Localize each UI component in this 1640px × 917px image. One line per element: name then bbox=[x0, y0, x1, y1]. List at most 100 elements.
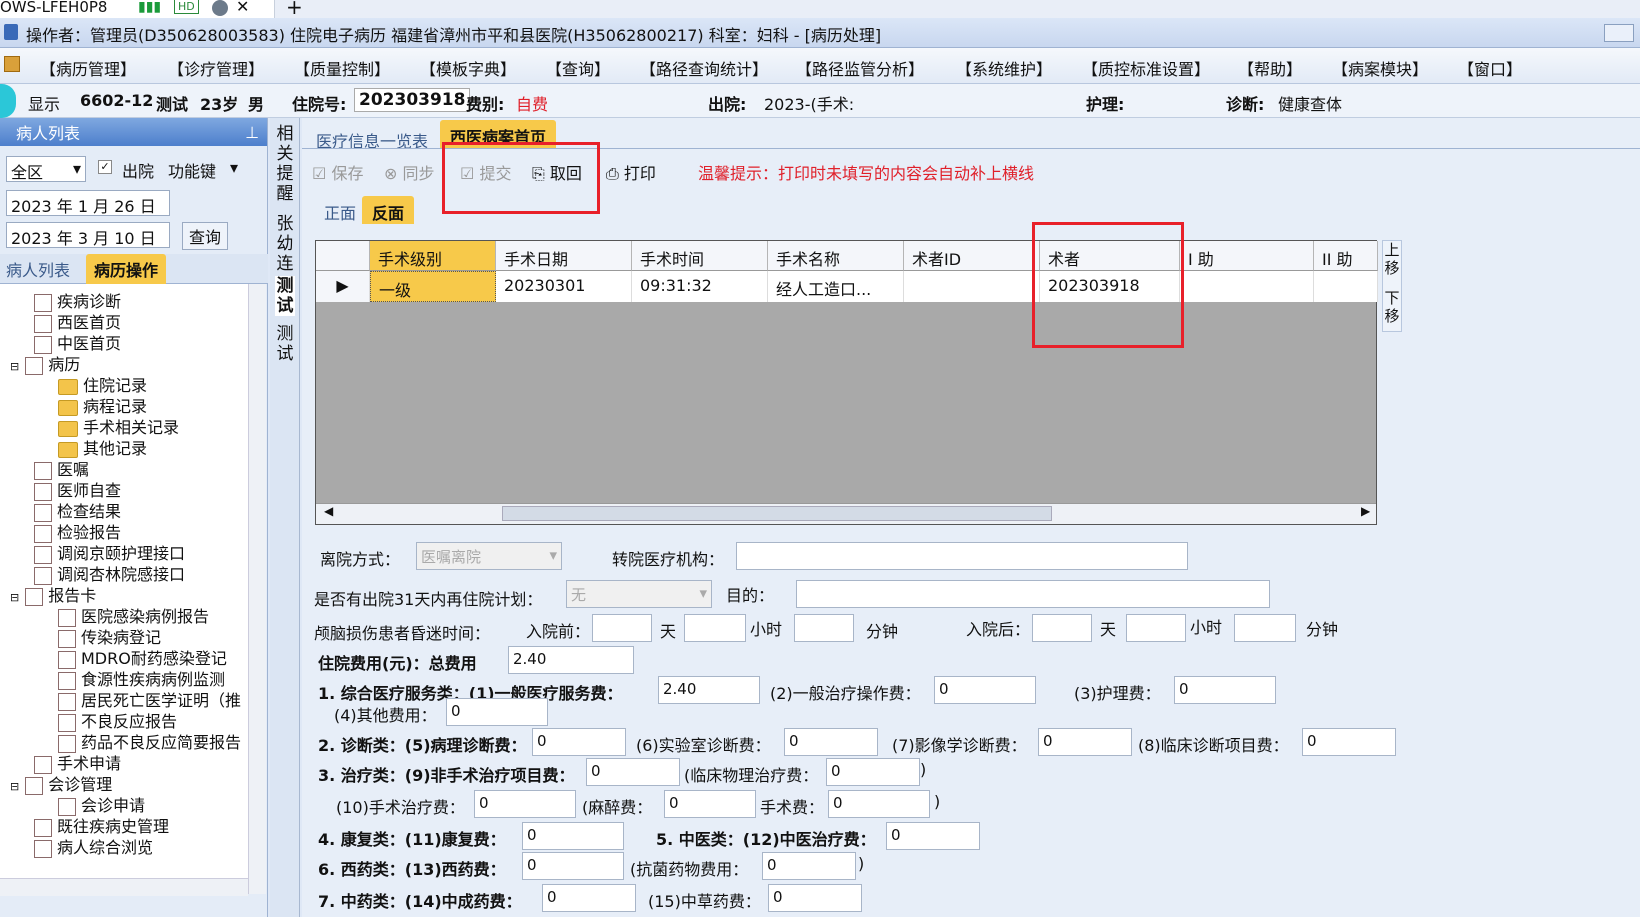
date-to-input[interactable]: 2023 年 3 月 10 日 bbox=[6, 222, 170, 248]
close-icon[interactable]: ✕ bbox=[236, 0, 249, 16]
field-value: 0 bbox=[789, 732, 799, 750]
tab-record-ops[interactable]: 病历操作 bbox=[86, 254, 167, 284]
pin-icon[interactable]: ⊥ bbox=[245, 123, 259, 142]
minimize-button[interactable] bbox=[1604, 24, 1634, 42]
tab-front[interactable]: 正面 bbox=[314, 196, 366, 224]
grid-scroll-thumb[interactable] bbox=[502, 506, 1052, 521]
tcm-input[interactable]: 0 bbox=[886, 822, 980, 850]
sidebar-toggle[interactable] bbox=[0, 84, 16, 118]
grid-hscrollbar[interactable]: ◀ ▶ bbox=[316, 503, 1376, 524]
transfer-input[interactable] bbox=[736, 542, 1188, 570]
leave-select[interactable]: 医嘱离院 ▾ bbox=[416, 542, 562, 570]
lab-fee-input[interactable]: 0 bbox=[784, 728, 878, 756]
day-unit: 天 bbox=[1100, 620, 1117, 639]
vtab-reminder[interactable]: 相关提醒 bbox=[275, 124, 295, 204]
grid-cell[interactable] bbox=[904, 271, 1040, 302]
grid-cell[interactable]: 一级 bbox=[370, 271, 496, 302]
vertical-tabs: 相关提醒 张幼连 测试 测试 bbox=[270, 118, 300, 917]
menu-query[interactable]: 【查询】 bbox=[546, 56, 610, 80]
surgery-treat-input[interactable]: 0 bbox=[474, 790, 576, 818]
readmit-select[interactable]: 无 ▾ bbox=[566, 580, 712, 608]
move-down-button[interactable]: 下移 bbox=[1383, 289, 1401, 325]
grid-header[interactable]: 手术日期 bbox=[496, 241, 632, 271]
before-hours-input[interactable] bbox=[684, 614, 746, 642]
vtab-patient-a[interactable]: 张幼连 bbox=[275, 214, 295, 274]
grid-header[interactable]: 手术级别 bbox=[370, 241, 496, 271]
admission-label: 住院号: bbox=[292, 95, 347, 114]
menu-case-module[interactable]: 【病案模块】 bbox=[1332, 56, 1428, 80]
vtab-patient-c[interactable]: 测试 bbox=[275, 324, 295, 364]
browser-tab[interactable]: OWS-LFEH0P8 ▮▮▮ HD ✕ bbox=[0, 0, 275, 18]
grid-header[interactable]: II 助 bbox=[1314, 241, 1378, 271]
menu-record-management[interactable]: 【病历管理】 bbox=[40, 56, 136, 80]
tree-hscrollbar[interactable] bbox=[0, 878, 248, 896]
tree-vscrollbar[interactable] bbox=[248, 284, 266, 894]
menu-treatment-management[interactable]: 【诊疗管理】 bbox=[168, 56, 264, 80]
move-up-button[interactable]: 上移 bbox=[1383, 241, 1401, 277]
func-keys-dropdown[interactable]: 功能键 bbox=[168, 158, 216, 182]
after-hours-input[interactable] bbox=[1126, 614, 1186, 642]
menu-path-query-stats[interactable]: 【路径查询统计】 bbox=[640, 56, 768, 80]
pathology-input[interactable]: 0 bbox=[532, 728, 626, 756]
other-fee-input[interactable]: 0 bbox=[446, 698, 548, 726]
general-service-input[interactable]: 2.40 bbox=[658, 676, 760, 704]
treatment-op-input[interactable]: 0 bbox=[934, 676, 1036, 704]
field-value: 0 bbox=[767, 856, 777, 874]
menu-template-dictionary[interactable]: 【模板字典】 bbox=[420, 56, 516, 80]
region-value: 全区 bbox=[11, 163, 44, 182]
before-minutes-input[interactable] bbox=[794, 614, 854, 642]
date-from-input[interactable]: 2023 年 1 月 26 日 bbox=[6, 190, 170, 216]
diagnosis-value: 健康查体 bbox=[1278, 95, 1343, 114]
tree-item[interactable]: 病人综合浏览 bbox=[34, 834, 153, 858]
patent-drug-input[interactable]: 0 bbox=[542, 884, 636, 912]
field-value: 0 bbox=[527, 856, 537, 874]
grid-cell[interactable] bbox=[1314, 271, 1378, 302]
save-button[interactable]: ☑ 保存 bbox=[312, 160, 363, 184]
vtab-patient-b[interactable]: 测试 bbox=[275, 276, 295, 316]
field-value: 0 bbox=[1043, 732, 1053, 750]
purpose-input[interactable] bbox=[796, 580, 1270, 608]
surgery-fee-input[interactable]: 0 bbox=[828, 790, 930, 818]
rehab-input[interactable]: 0 bbox=[522, 822, 624, 850]
before-days-input[interactable] bbox=[592, 614, 652, 642]
grid-cell[interactable] bbox=[1180, 271, 1314, 302]
grid-header[interactable]: 手术名称 bbox=[768, 241, 904, 271]
record-tree: 疾病诊断 西医首页 中医首页 ⊟ 病历 住院记录 病程记录 手术相关记录 其他记录… bbox=[0, 284, 248, 894]
grid-cell[interactable]: 20230301 bbox=[496, 271, 632, 302]
western-drug-input[interactable]: 0 bbox=[522, 852, 624, 880]
discharged-checkbox[interactable]: ✓ bbox=[98, 160, 112, 174]
cost-total-input[interactable]: 2.40 bbox=[508, 646, 634, 674]
region-select[interactable]: 全区 ▾ bbox=[6, 156, 86, 182]
nursing-fee-input[interactable]: 0 bbox=[1174, 676, 1276, 704]
menu-qc-standard[interactable]: 【质控标准设置】 bbox=[1082, 56, 1210, 80]
anesthesia-input[interactable]: 0 bbox=[664, 790, 756, 818]
new-tab-button[interactable]: + bbox=[286, 0, 303, 19]
grid-header[interactable]: 手术时间 bbox=[632, 241, 768, 271]
imaging-fee-input[interactable]: 0 bbox=[1038, 728, 1132, 756]
menu-quality-control[interactable]: 【质量控制】 bbox=[294, 56, 390, 80]
western-drug-label: 6. 西药类：(13)西药费： bbox=[318, 860, 506, 879]
tab-patient-list[interactable]: 病人列表 bbox=[6, 257, 70, 281]
query-button[interactable]: 查询 bbox=[182, 222, 229, 250]
menu-system-maintenance[interactable]: 【系统维护】 bbox=[956, 56, 1052, 80]
sync-button[interactable]: ⊗ 同步 bbox=[384, 160, 435, 184]
physio-input[interactable]: 0 bbox=[826, 758, 920, 786]
menu-path-supervision[interactable]: 【路径监管分析】 bbox=[796, 56, 924, 80]
herbal-input[interactable]: 0 bbox=[768, 884, 862, 912]
scroll-right-icon: ▶ bbox=[1361, 504, 1371, 518]
grid-header[interactable]: 术者ID bbox=[904, 241, 1040, 271]
antibiotic-input[interactable]: 0 bbox=[762, 852, 856, 880]
after-minutes-input[interactable] bbox=[1234, 614, 1296, 642]
menu-help[interactable]: 【帮助】 bbox=[1238, 56, 1302, 80]
clinical-diag-input[interactable]: 0 bbox=[1302, 728, 1396, 756]
tab-back[interactable]: 反面 bbox=[362, 196, 415, 224]
readmit-label: 是否有出院31天内再住院计划： bbox=[314, 590, 543, 609]
non-surgery-input[interactable]: 0 bbox=[586, 758, 680, 786]
after-days-input[interactable] bbox=[1032, 614, 1092, 642]
grid-cell[interactable]: 09:31:32 bbox=[632, 271, 768, 302]
grid-header[interactable]: I 助 bbox=[1180, 241, 1314, 271]
print-button[interactable]: ⎙ 打印 bbox=[606, 160, 656, 184]
menu-window[interactable]: 【窗口】 bbox=[1458, 56, 1522, 80]
grid-cell[interactable]: 经人工造口... bbox=[768, 271, 904, 302]
save-label: 保存 bbox=[331, 164, 364, 183]
